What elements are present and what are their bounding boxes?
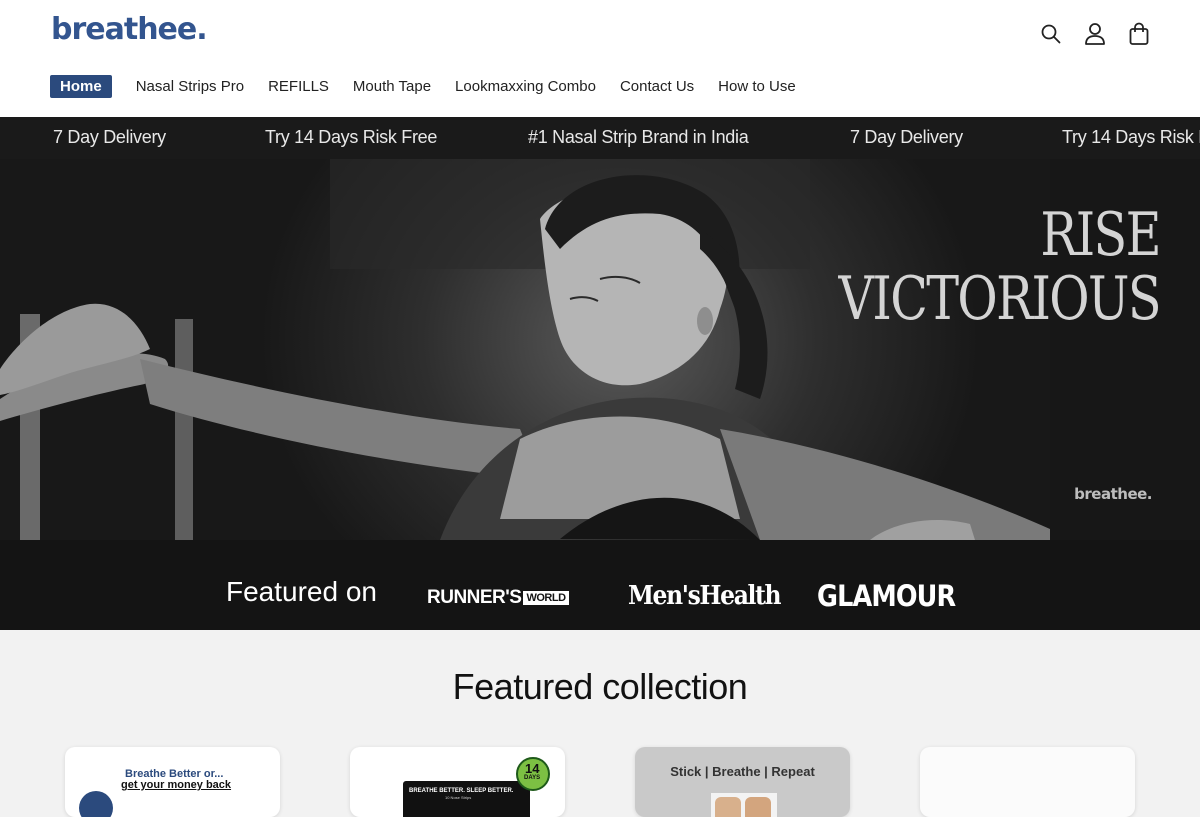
nav-lookmaxxing-combo[interactable]: Lookmaxxing Combo	[455, 75, 596, 98]
product-box-text: BREATHE BETTER. SLEEP BETTER.	[409, 788, 514, 794]
nav-refills[interactable]: REFILLS	[268, 75, 329, 98]
marquee-item: 7 Day Delivery	[53, 127, 166, 147]
hero-title: RISE VICTORIOUS	[838, 200, 1162, 334]
nav-mouth-tape[interactable]: Mouth Tape	[353, 75, 431, 98]
card-badge-icon	[79, 791, 113, 817]
featured-collection-title: Featured collection	[452, 666, 748, 707]
glamour-logo: GLAMOUR	[817, 579, 956, 613]
runners-world-logo-text: RUNNER'S	[427, 587, 522, 608]
announcement-marquee: 7 Day Delivery Try 14 Days Risk Free #1 …	[0, 117, 1200, 159]
card-link[interactable]: get your money back	[121, 779, 231, 791]
featured-on-label: Featured on	[226, 576, 377, 607]
badge-number: 14	[525, 761, 540, 776]
nav-how-to-use[interactable]: How to Use	[718, 75, 796, 98]
nav-nasal-strips-pro[interactable]: Nasal Strips Pro	[136, 75, 244, 98]
main-nav: Home Nasal Strips Pro REFILLS Mouth Tape…	[50, 75, 820, 98]
runners-world-logo-badge: WORLD	[523, 591, 569, 605]
search-icon[interactable]	[1038, 20, 1064, 48]
hero-watermark: breathee.	[1074, 485, 1152, 503]
product-card[interactable]	[920, 747, 1135, 817]
site-header: breathee. Home Nasal Strips Pro REFILLS …	[0, 0, 1200, 117]
nav-home[interactable]: Home	[50, 75, 112, 98]
header-icons	[1038, 20, 1152, 48]
featured-on-bar: Featured on RUNNER'S WORLD Men'sHealth GL…	[0, 540, 1200, 630]
hero-banner[interactable]: RISE VICTORIOUS breathee.	[0, 159, 1200, 540]
runners-world-logo: RUNNER'S WORLD	[427, 587, 569, 609]
marquee-item: #1 Nasal Strip Brand in India	[528, 127, 749, 147]
hero-title-line2: VICTORIOUS	[838, 264, 1162, 334]
cart-icon[interactable]	[1126, 20, 1152, 48]
nav-contact-us[interactable]: Contact Us	[620, 75, 694, 98]
card-tagline: Stick | Breathe | Repeat	[670, 764, 815, 779]
product-card[interactable]: Stick | Breathe | Repeat	[635, 747, 850, 817]
marquee-item: Try 14 Days Risk Free	[265, 127, 438, 147]
marquee-item: Try 14 Days Risk Fr	[1062, 127, 1200, 147]
strip-image	[715, 797, 741, 817]
hero-title-line1: RISE	[1040, 200, 1161, 270]
product-box-subtext: 10 Nose Strips	[445, 795, 472, 800]
brand-logo[interactable]: breathee.	[51, 12, 208, 47]
marquee-item: 7 Day Delivery	[850, 127, 963, 147]
mens-health-logo: Men'sHealth	[628, 581, 782, 611]
product-card[interactable]: Breathe Better or... get your money back	[65, 747, 280, 817]
product-card[interactable]: BREATHE BETTER. SLEEP BETTER. 10 Nose St…	[350, 747, 565, 817]
strip-image	[745, 797, 771, 817]
account-icon[interactable]	[1082, 20, 1108, 48]
badge-days: DAYS	[524, 775, 541, 781]
